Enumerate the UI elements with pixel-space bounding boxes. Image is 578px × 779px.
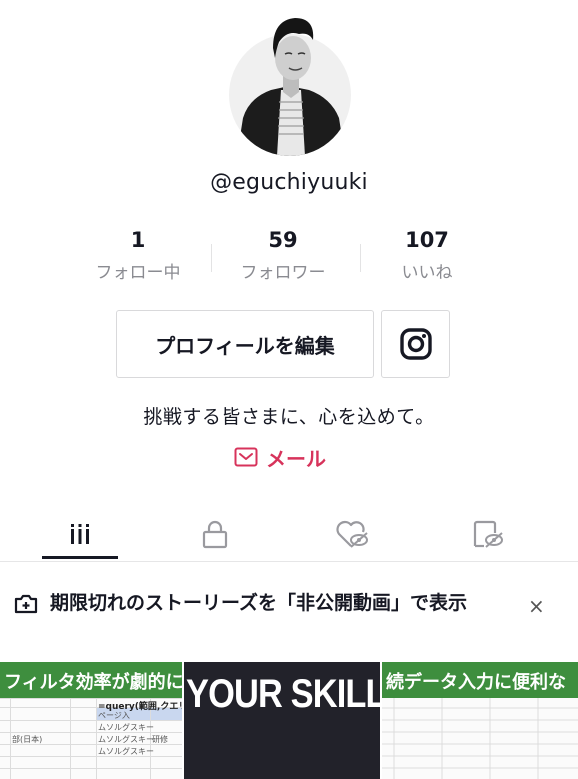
cell-text: ムソルグスキー <box>98 723 154 732</box>
video-title: YOUR SKILL U <box>186 672 380 716</box>
following-label: フォロー中 <box>95 263 181 283</box>
video-thumbnail[interactable]: YOUR SKILL U <box>184 662 380 779</box>
mail-label: メール <box>266 446 326 471</box>
camera-plus-icon <box>14 594 38 614</box>
mail-icon <box>234 447 258 467</box>
spreadsheet-preview: =query(範囲,クエリ,ヘッダー) ページ入 ムソルグスキー ムソルグスキー… <box>0 698 182 779</box>
profile-bio: 挑戦する皆さまに、心を込めて。 <box>143 406 435 428</box>
followers-count: 59 <box>268 228 298 252</box>
likes-label: いいね <box>401 263 453 283</box>
stories-banner[interactable]: 期限切れのストーリーズを「非公開動画」で表示 × <box>0 562 578 662</box>
tab-favorites[interactable] <box>415 505 559 563</box>
profile-stats: 1 フォロー中 59 フォロワー 107 いいね <box>0 228 578 288</box>
video-thumbnail[interactable]: フィルタ効率が劇的に上がる =query(範囲,クエリ,ヘッダー) ページ入 ム… <box>0 662 182 779</box>
cell-text: 部(日本) <box>12 735 43 744</box>
video-title: フィルタ効率が劇的に上がる <box>0 662 182 698</box>
tab-liked[interactable] <box>280 505 424 563</box>
lock-icon <box>202 520 228 549</box>
profile-avatar[interactable] <box>229 6 351 156</box>
cell-text: ムソルグスキー <box>98 747 154 756</box>
cell-text: 研修 <box>152 735 168 744</box>
username: @eguchiyuuki <box>210 170 368 195</box>
stat-followers[interactable]: 59 フォロワー <box>208 228 358 283</box>
video-title: 続データ入力に便利な <box>382 662 578 698</box>
active-tab-indicator <box>42 556 118 559</box>
video-grid: フィルタ効率が劇的に上がる =query(範囲,クエリ,ヘッダー) ページ入 ム… <box>0 662 578 779</box>
tab-videos[interactable] <box>8 505 152 563</box>
cell-text: ムソルグスキー <box>98 735 154 744</box>
grid-icon <box>71 524 89 544</box>
cell-text: ページ入 <box>98 711 130 720</box>
stories-banner-text: 期限切れのストーリーズを「非公開動画」で表示 <box>50 592 468 614</box>
stat-likes[interactable]: 107 いいね <box>352 228 502 283</box>
sheet-grid <box>382 698 578 779</box>
edit-profile-button[interactable]: プロフィールを編集 <box>116 310 374 378</box>
instagram-icon <box>399 328 432 360</box>
avatar-photo <box>237 18 345 156</box>
following-count: 1 <box>130 228 146 252</box>
instagram-button[interactable] <box>381 310 450 378</box>
mail-link[interactable]: メール <box>234 442 326 472</box>
profile-tabs <box>0 505 578 563</box>
tab-private[interactable] <box>143 505 287 563</box>
close-banner-button[interactable]: × <box>528 594 545 618</box>
likes-count: 107 <box>405 228 449 252</box>
stat-following[interactable]: 1 フォロー中 <box>63 228 213 283</box>
spreadsheet-preview <box>382 698 578 779</box>
followers-label: フォロワー <box>240 263 326 283</box>
favorites-hidden-icon <box>473 520 503 548</box>
liked-hidden-icon <box>336 520 368 548</box>
video-thumbnail[interactable]: 続データ入力に便利な <box>382 662 578 779</box>
